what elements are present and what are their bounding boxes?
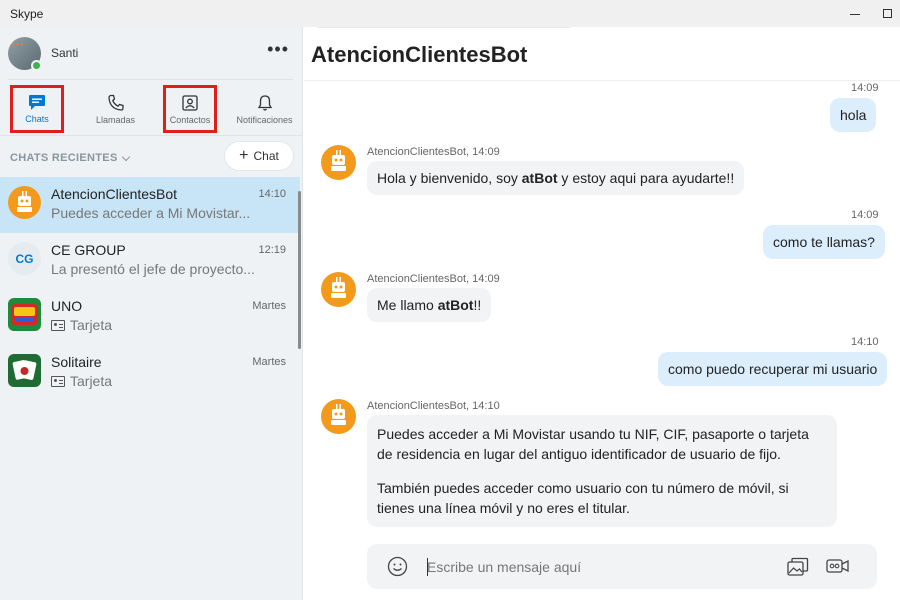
chat-list-scrollbar[interactable]: [298, 191, 301, 349]
bot-avatar-icon[interactable]: [321, 272, 356, 307]
phone-icon: [107, 94, 124, 111]
message-composer: [367, 544, 877, 589]
chat-name: CE GROUP: [51, 242, 126, 258]
avatar[interactable]: ●●●: [8, 36, 42, 71]
chat-name: Solitaire: [51, 354, 102, 370]
window-title: Skype: [10, 6, 44, 21]
chat-name: AtencionClientesBot: [51, 186, 178, 202]
message-bubble-outgoing[interactable]: como te llamas?: [763, 225, 885, 259]
message-bubble-incoming[interactable]: Puedes acceder a Mi Movistar usando tu N…: [367, 415, 837, 527]
media-button[interactable]: [787, 557, 809, 577]
conversation-pane: AtencionClientesBot 14:09 hola AtencionC…: [304, 27, 900, 600]
message-paragraph: También puedes acceder como usuario con …: [377, 480, 789, 516]
video-message-button[interactable]: [826, 557, 850, 575]
avatar-image: ●●●: [11, 41, 25, 48]
chat-item-solitaire[interactable]: Solitaire Martes Tarjeta: [0, 345, 300, 401]
chat-time: Martes: [252, 356, 286, 368]
message-bold-text: atBot: [437, 297, 474, 313]
chat-preview-text: Tarjeta: [70, 373, 113, 389]
message-bubble-incoming[interactable]: Me llamo atBot!!: [367, 288, 492, 322]
message-time: 14:10: [851, 336, 879, 348]
profile-bar[interactable]: ●●● Santi •••: [8, 35, 293, 71]
chat-time: 14:10: [258, 188, 286, 200]
message-bold-text: atBot: [521, 170, 558, 186]
contacts-icon: [182, 94, 198, 111]
conversation-title[interactable]: AtencionClientesBot: [311, 42, 527, 68]
profile-name: Santi: [51, 46, 79, 60]
chat-preview-card: Tarjeta: [51, 373, 271, 389]
bot-avatar-icon[interactable]: [321, 399, 356, 434]
chat-item-uno[interactable]: UNO Martes Tarjeta: [0, 289, 300, 345]
message-sender: AtencionClientesBot, 14:10: [367, 400, 500, 412]
recent-chats-header: CHATS RECIENTES: [10, 152, 118, 164]
maximize-button[interactable]: [872, 0, 900, 27]
message-input[interactable]: [427, 555, 767, 579]
card-icon: [51, 375, 65, 387]
message-bubble-outgoing[interactable]: hola: [830, 98, 877, 132]
chat-list: AtencionClientesBot 14:10 Puedes acceder…: [0, 177, 300, 401]
bell-icon: [257, 94, 272, 111]
tab-calls[interactable]: Llamadas: [78, 85, 153, 133]
tab-calls-label: Llamadas: [95, 114, 136, 125]
divider: [8, 79, 293, 80]
card-icon: [51, 319, 65, 331]
tab-contacts[interactable]: Contactos: [163, 85, 217, 133]
message-time: 14:09: [851, 209, 879, 221]
message-bubble-incoming[interactable]: Hola y bienvenido, soy atBot y estoy aqu…: [367, 161, 745, 195]
message-text: Hola y bienvenido, soy: [377, 170, 522, 186]
message-text: y estoy aqui para ayudarte!!: [557, 170, 735, 186]
message-sender: AtencionClientesBot, 14:09: [367, 146, 500, 158]
divider: [304, 80, 900, 81]
divider: [318, 27, 570, 28]
chat-preview-card: Tarjeta: [51, 317, 271, 333]
recent-chats-filter[interactable]: CHATS RECIENTES: [10, 152, 130, 164]
minimize-button[interactable]: [840, 0, 870, 27]
chat-preview: La presentó el jefe de proyecto...: [51, 261, 255, 277]
tab-contacts-label: Contactos: [169, 114, 211, 125]
chat-time: Martes: [252, 300, 286, 312]
chat-item-atencionclientesbot[interactable]: AtencionClientesBot 14:10 Puedes acceder…: [0, 177, 300, 233]
chat-name: UNO: [51, 298, 83, 314]
presence-online-icon: [31, 59, 42, 71]
plus-icon: +: [239, 147, 249, 164]
tab-chats[interactable]: Chats: [10, 85, 64, 133]
chat-item-ce-group[interactable]: CG CE GROUP 12:19 La presentó el jefe de…: [0, 233, 300, 289]
message-paragraph: Puedes acceder a Mi Movistar usando tu N…: [377, 426, 809, 462]
image-gallery-icon: [787, 557, 809, 576]
message-text: !!: [473, 297, 482, 313]
video-message-icon: [826, 559, 849, 573]
message-bubble-outgoing[interactable]: como puedo recuperar mi usuario: [658, 352, 888, 386]
title-bar: Skype: [0, 0, 900, 27]
tab-notifications[interactable]: Notificaciones: [227, 85, 302, 133]
smiley-icon: [387, 556, 408, 577]
tab-chats-label: Chats: [25, 114, 49, 124]
sidebar: ●●● Santi ••• Chats Llamadas Contactos N…: [0, 27, 303, 600]
new-chat-label: Chat: [253, 149, 279, 163]
new-chat-button[interactable]: + Chat: [225, 142, 293, 170]
emoji-button[interactable]: [387, 556, 408, 577]
tab-notifications-label: Notificaciones: [236, 114, 293, 125]
maximize-icon: [882, 9, 892, 18]
message-sender: AtencionClientesBot, 14:09: [367, 273, 500, 285]
message-text: Me llamo: [377, 297, 438, 313]
uno-game-icon: [8, 298, 41, 331]
main-nav: Chats Llamadas Contactos Notificaciones: [0, 85, 303, 135]
chat-preview-text: Tarjeta: [70, 317, 113, 333]
divider: [0, 135, 303, 136]
message-time: 14:09: [851, 82, 879, 94]
chat-time: 12:19: [258, 244, 286, 256]
chat-preview: Puedes acceder a Mi Movistar...: [51, 205, 251, 221]
group-avatar: CG: [8, 242, 41, 275]
text-caret: [427, 558, 428, 576]
chat-bubble-icon: [29, 95, 45, 110]
chevron-down-icon: [121, 152, 130, 161]
more-options-button[interactable]: •••: [267, 40, 289, 58]
minimize-icon: [850, 14, 860, 15]
bot-avatar-icon[interactable]: [321, 145, 356, 180]
solitaire-game-icon: [8, 354, 41, 387]
bot-avatar-icon: [8, 186, 41, 219]
